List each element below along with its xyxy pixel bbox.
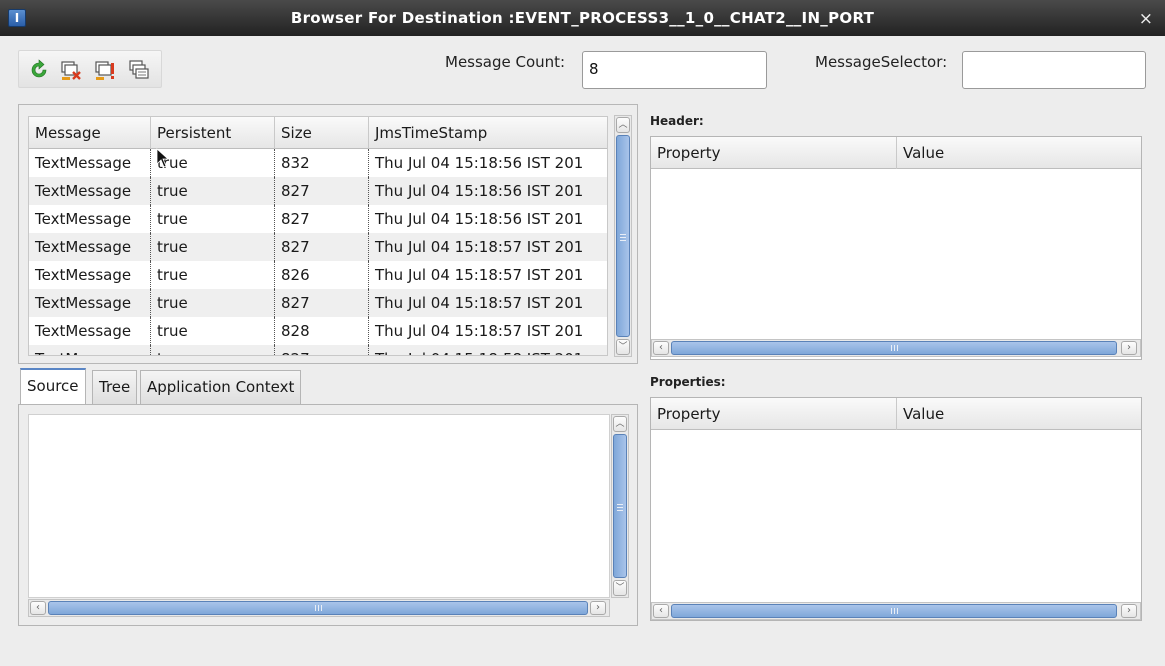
messages-table-scrollbar[interactable]: ︿ ﹀	[614, 115, 632, 357]
close-icon[interactable]: ×	[1139, 0, 1153, 38]
cell-message: TextMessage	[29, 149, 151, 177]
scroll-left-icon[interactable]: ‹	[30, 601, 46, 615]
column-header-size[interactable]: Size	[275, 117, 369, 149]
delete-messages-icon[interactable]	[59, 58, 83, 82]
cell-persistent: true	[151, 317, 275, 345]
header-column-property[interactable]: Property	[651, 137, 897, 169]
message-selector-label: MessageSelector:	[815, 53, 948, 71]
cell-size: 827	[275, 233, 369, 261]
scroll-thumb[interactable]	[671, 341, 1117, 355]
toolbar	[18, 50, 162, 88]
tab-tree[interactable]: Tree	[92, 370, 138, 404]
mouse-cursor-icon	[156, 148, 170, 168]
properties-section-label: Properties:	[650, 375, 726, 389]
header-table: Property Value ‹ ›	[650, 136, 1142, 360]
header-column-value[interactable]: Value	[897, 137, 1141, 169]
scroll-down-icon[interactable]: ﹀	[613, 580, 627, 596]
cell-timestamp: Thu Jul 04 15:18:57 IST 201	[375, 294, 584, 312]
cell-size: 828	[275, 317, 369, 345]
tab-source[interactable]: Source	[20, 368, 86, 404]
cell-persistent: true	[151, 289, 275, 317]
cell-message: TextMessage	[29, 261, 151, 289]
column-header-persistent[interactable]: Persistent	[151, 117, 275, 149]
properties-table-columns: Property Value	[651, 398, 1141, 430]
messages-table: Message Persistent Size JmsTimeStamp Tex…	[28, 116, 608, 356]
properties-column-property[interactable]: Property	[651, 398, 897, 430]
scroll-thumb[interactable]	[48, 601, 588, 615]
cell-message: TextMessage	[29, 205, 151, 233]
cell-persistent: true	[151, 233, 275, 261]
cell-timestamp: Thu Jul 04 15:18:56 IST 201	[375, 154, 584, 172]
header-table-columns: Property Value	[651, 137, 1141, 169]
cell-message: TextMessage	[29, 289, 151, 317]
table-row[interactable]: TextMessage true 827 Thu Jul 04 15:18:57…	[29, 289, 607, 317]
column-header-message[interactable]: Message	[29, 117, 151, 149]
scroll-thumb[interactable]	[616, 135, 630, 337]
cell-persistent: true	[151, 345, 275, 355]
table-row[interactable]: TextMessage true 827 Thu Jul 04 15:18:56…	[29, 177, 607, 205]
copy-messages-icon[interactable]	[127, 58, 151, 82]
scroll-left-icon[interactable]: ‹	[653, 341, 669, 355]
message-count-label: Message Count:	[445, 53, 566, 71]
cell-size: 827	[275, 289, 369, 317]
cell-persistent: true	[151, 205, 275, 233]
column-header-jmstimestamp[interactable]: JmsTimeStamp	[369, 117, 607, 149]
mark-message-icon[interactable]	[93, 58, 117, 82]
properties-table: Property Value ‹ ›	[650, 397, 1142, 621]
cell-timestamp: Thu Jul 04 15:18:58 IST 201	[369, 345, 607, 355]
source-panel: ︿ ﹀ ‹ ›	[18, 404, 638, 626]
scroll-right-icon[interactable]: ›	[1121, 604, 1137, 618]
table-row[interactable]: TextMessage true 827 Thu Jul 04 15:18:57…	[29, 233, 607, 261]
title-bar: Ι Browser For Destination :EVENT_PROCESS…	[0, 0, 1165, 36]
scroll-thumb[interactable]	[613, 434, 627, 578]
cell-size: 827	[275, 177, 369, 205]
scroll-right-icon[interactable]: ›	[590, 601, 606, 615]
scroll-right-icon[interactable]: ›	[1121, 341, 1137, 355]
properties-column-value[interactable]: Value	[897, 398, 1141, 430]
scroll-up-icon[interactable]: ︿	[616, 117, 630, 133]
table-row[interactable]: TextMessage true 827 Thu Jul 04 15:18:56…	[29, 205, 607, 233]
cell-message: TextMessage	[29, 345, 151, 355]
messages-panel: Message Persistent Size JmsTimeStamp Tex…	[18, 104, 638, 364]
cell-persistent: true	[151, 177, 275, 205]
cell-size: 826	[275, 261, 369, 289]
source-text-area[interactable]	[28, 414, 610, 598]
table-row[interactable]: TextMessage true 832 Thu Jul 04 15:18:56…	[29, 149, 607, 177]
properties-horizontal-scrollbar[interactable]: ‹ ›	[651, 602, 1141, 620]
table-row[interactable]: TextMessage true 827 Thu Jul 04 15:18:58…	[29, 345, 607, 355]
tab-application-context[interactable]: Application Context	[140, 370, 302, 404]
refresh-icon[interactable]	[27, 58, 51, 82]
cell-timestamp: Thu Jul 04 15:18:56 IST 201	[375, 182, 584, 200]
scroll-down-icon[interactable]: ﹀	[616, 339, 630, 355]
cell-size: 832	[275, 149, 369, 177]
scroll-left-icon[interactable]: ‹	[653, 604, 669, 618]
source-vertical-scrollbar[interactable]: ︿ ﹀	[611, 414, 629, 598]
cell-timestamp: Thu Jul 04 15:18:57 IST 201	[375, 322, 584, 340]
cell-timestamp: Thu Jul 04 15:18:57 IST 201	[375, 238, 584, 256]
cell-persistent: true	[151, 261, 275, 289]
source-horizontal-scrollbar[interactable]: ‹ ›	[28, 599, 610, 617]
scroll-up-icon[interactable]: ︿	[613, 416, 627, 432]
cell-size: 827	[275, 205, 369, 233]
messages-table-header: Message Persistent Size JmsTimeStamp	[29, 117, 607, 149]
cell-message: TextMessage	[29, 317, 151, 345]
cell-message: TextMessage	[29, 233, 151, 261]
header-horizontal-scrollbar[interactable]: ‹ ›	[651, 339, 1141, 357]
table-row[interactable]: TextMessage true 828 Thu Jul 04 15:18:57…	[29, 317, 607, 345]
cell-timestamp: Thu Jul 04 15:18:57 IST 201	[375, 266, 584, 284]
cell-timestamp: Thu Jul 04 15:18:56 IST 201	[375, 210, 584, 228]
window-title: Browser For Destination :EVENT_PROCESS3_…	[290, 9, 875, 27]
message-count-field[interactable]: 8	[582, 51, 767, 89]
header-section-label: Header:	[650, 114, 704, 128]
cell-size: 827	[275, 345, 369, 355]
cell-message: TextMessage	[29, 177, 151, 205]
table-row[interactable]: TextMessage true 826 Thu Jul 04 15:18:57…	[29, 261, 607, 289]
scroll-thumb[interactable]	[671, 604, 1117, 618]
message-selector-field[interactable]	[962, 51, 1146, 89]
